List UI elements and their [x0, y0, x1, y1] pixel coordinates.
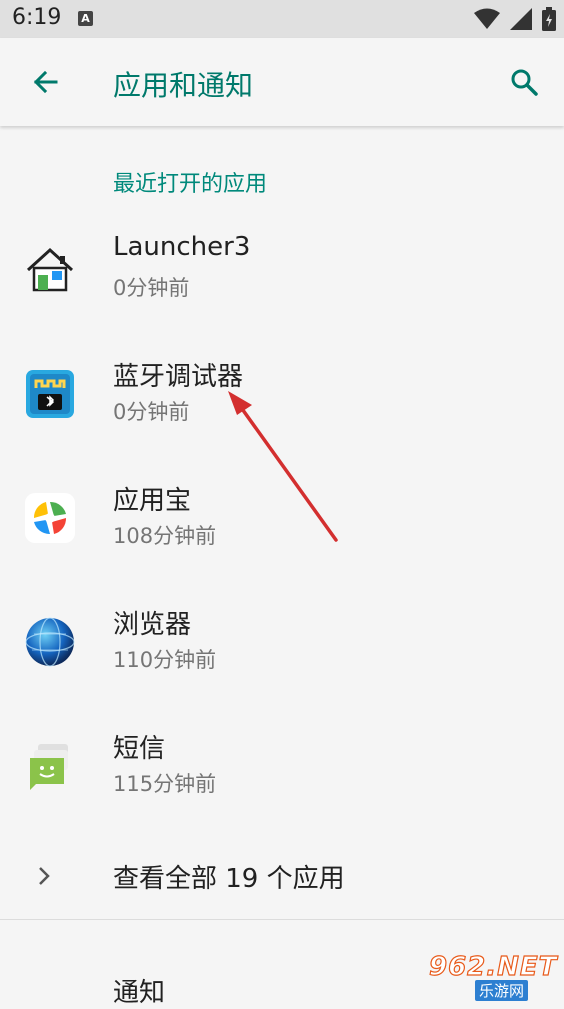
search-button[interactable]	[502, 60, 546, 104]
app-name: Launcher3	[113, 232, 251, 262]
app-name: 蓝牙调试器	[113, 362, 244, 392]
app-last-opened: 0分钟前	[113, 276, 190, 300]
wifi-icon	[474, 8, 500, 29]
search-icon	[511, 69, 538, 96]
app-store-icon	[25, 493, 75, 543]
status-icons	[474, 7, 556, 31]
app-last-opened: 0分钟前	[113, 400, 190, 424]
app-last-opened: 108分钟前	[113, 524, 217, 548]
browser-globe-icon	[25, 617, 75, 667]
app-item-browser[interactable]: 浏览器 110分钟前	[0, 586, 564, 704]
chevron-right-icon	[39, 867, 50, 885]
arrow-back-icon	[33, 70, 58, 94]
watermark-logo: 962.NET 乐游网	[425, 951, 560, 1001]
app-item-bluetooth-debugger[interactable]: 蓝牙调试器 0分钟前	[0, 338, 564, 456]
battery-icon	[542, 7, 556, 31]
app-toolbar: 应用和通知	[0, 38, 564, 126]
back-button[interactable]	[24, 60, 68, 104]
launcher-house-icon	[26, 247, 74, 292]
app-name: 短信	[113, 734, 166, 764]
notification-a-icon: A	[78, 11, 93, 26]
status-bar: 6:19 A	[0, 0, 564, 38]
see-all-apps-button[interactable]: 查看全部 19 个应用	[0, 836, 564, 916]
watermark-name: 乐游网	[475, 980, 529, 1001]
app-item-messaging[interactable]: 短信 115分钟前	[0, 710, 564, 828]
page-title: 应用和通知	[113, 69, 254, 102]
see-all-apps-label: 查看全部 19 个应用	[113, 864, 345, 894]
app-last-opened: 110分钟前	[113, 648, 217, 672]
notifications-setting[interactable]: 通知	[113, 972, 165, 1009]
app-name: 浏览器	[113, 610, 192, 640]
watermark-site: 962.NET	[428, 951, 558, 982]
app-name: 应用宝	[113, 486, 192, 516]
section-divider	[0, 919, 564, 920]
status-time: 6:19	[12, 5, 62, 30]
app-item-launcher3[interactable]: Launcher3 0分钟前	[0, 214, 564, 332]
recent-apps-heading: 最近打开的应用	[113, 172, 268, 197]
app-last-opened: 115分钟前	[113, 772, 217, 796]
app-item-app-store[interactable]: 应用宝 108分钟前	[0, 462, 564, 580]
bluetooth-debugger-icon	[26, 370, 74, 418]
signal-icon	[510, 8, 532, 30]
messaging-icon	[30, 744, 68, 790]
